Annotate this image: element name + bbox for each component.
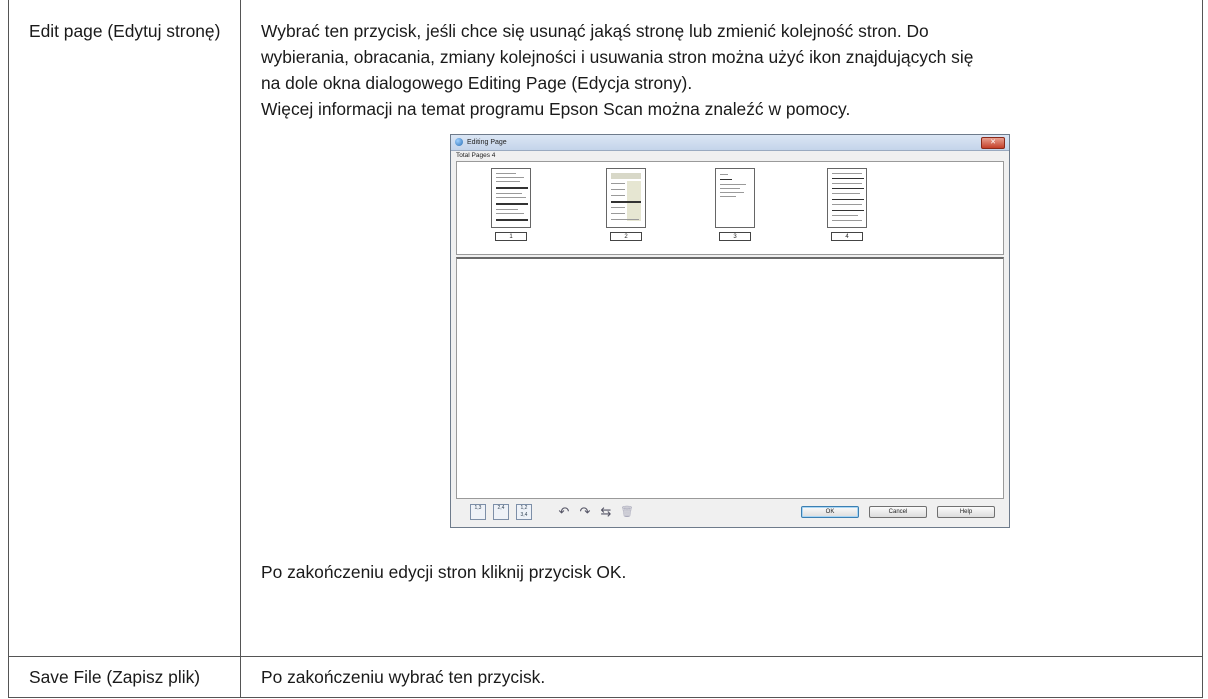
reorder-icon[interactable]: ⇆: [598, 504, 614, 520]
delete-icon[interactable]: 🗑: [619, 504, 635, 520]
select-odd-pages-icon[interactable]: 1,3: [470, 504, 486, 520]
page-thumbnail[interactable]: 1: [488, 168, 534, 250]
ok-button[interactable]: OK: [801, 506, 859, 518]
description-line: wybierania, obracania, zmiany kolejności…: [261, 47, 974, 67]
description-line: Wybrać ten przycisk, jeśli chce się usun…: [261, 21, 929, 41]
close-icon[interactable]: ✕: [981, 137, 1005, 149]
page-number: 2: [610, 232, 642, 241]
rotate-right-icon[interactable]: ↷: [577, 504, 593, 520]
row-label-edit-page: Edit page (Edytuj stronę): [8, 0, 241, 657]
editing-page-dialog-screenshot: Editing Page ✕ Total Pages 4 1 2 3 4 1,3…: [450, 134, 1010, 528]
rotate-left-icon[interactable]: ↶: [556, 504, 572, 520]
page-thumbnail[interactable]: 4: [824, 168, 870, 250]
page-preview-image: [491, 168, 531, 228]
table-row-save-file: Save File (Zapisz plik) Po zakończeniu w…: [8, 655, 1203, 698]
page-thumbnail[interactable]: 2: [603, 168, 649, 250]
table-row-edit-page: Edit page (Edytuj stronę) Wybrać ten prz…: [8, 0, 1203, 657]
page-preview-image: [715, 168, 755, 228]
page-preview-image: [606, 168, 646, 228]
page-preview-image: [827, 168, 867, 228]
page-thumbnail-strip: 1 2 3 4: [456, 161, 1004, 255]
instruction-table: Edit page (Edytuj stronę) Wybrać ten prz…: [8, 0, 1203, 698]
select-all-pages-icon[interactable]: 1,2 3,4: [516, 504, 532, 520]
row-description-edit-page: Wybrać ten przycisk, jeśli chce się usun…: [240, 0, 1203, 657]
page-number: 4: [831, 232, 863, 241]
page-preview-area: [456, 257, 1004, 499]
page-number: 3: [719, 232, 751, 241]
dialog-toolbar: 1,3 2,4 1,2 3,4 ↶ ↷ ⇆ 🗑 OK Cancel Help: [456, 501, 1004, 525]
help-button[interactable]: Help: [937, 506, 995, 518]
row-label-save-file: Save File (Zapisz plik): [8, 655, 241, 698]
cancel-button[interactable]: Cancel: [869, 506, 927, 518]
total-pages-label: Total Pages 4: [456, 152, 496, 159]
dialog-title: Editing Page: [467, 139, 507, 146]
description-line: Więcej informacji na temat programu Epso…: [261, 99, 851, 119]
select-even-pages-icon[interactable]: 2,4: [493, 504, 509, 520]
epson-scan-icon: [455, 138, 463, 146]
description-line: na dole okna dialogowego Editing Page (E…: [261, 73, 693, 93]
row-description-save-file: Po zakończeniu wybrać ten przycisk.: [240, 655, 1203, 698]
page-number: 1: [495, 232, 527, 241]
closing-instruction: Po zakończeniu edycji stron kliknij przy…: [261, 562, 627, 582]
dialog-titlebar: Editing Page ✕: [451, 135, 1009, 151]
page-thumbnail[interactable]: 3: [712, 168, 758, 250]
